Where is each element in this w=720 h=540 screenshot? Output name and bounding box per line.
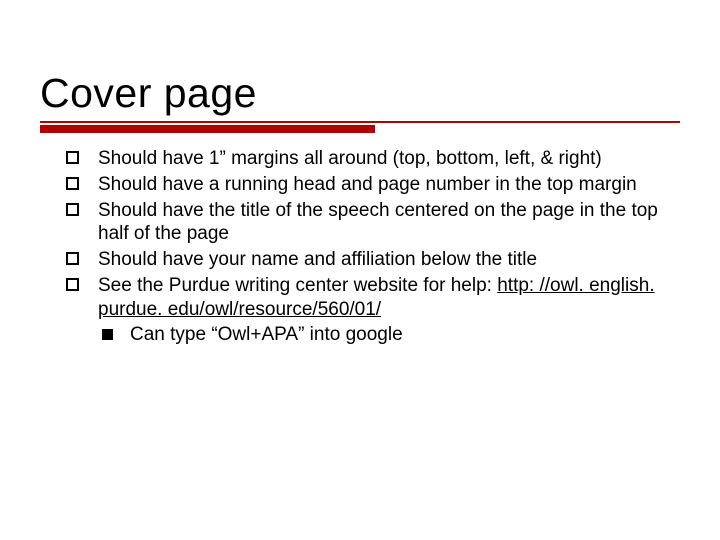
list-item: Should have a running head and page numb… <box>66 173 680 197</box>
bullet-text: See the Purdue writing center website fo… <box>98 275 497 296</box>
list-item: Should have your name and affiliation be… <box>66 248 680 272</box>
bullet-text: Should have the title of the speech cent… <box>98 200 658 245</box>
sub-list: Can type “Owl+APA” into google <box>98 323 680 347</box>
list-item: Should have 1” margins all around (top, … <box>66 147 680 171</box>
title-rule <box>40 121 680 137</box>
bullet-list: Should have 1” margins all around (top, … <box>66 147 680 347</box>
bullet-text: Should have 1” margins all around (top, … <box>98 148 602 169</box>
page-title: Cover page <box>40 70 680 117</box>
list-item: See the Purdue writing center website fo… <box>66 274 680 347</box>
bullet-text: Should have your name and affiliation be… <box>98 249 537 270</box>
sub-bullet-text: Can type “Owl+APA” into google <box>130 324 403 345</box>
bullet-text: Should have a running head and page numb… <box>98 174 637 195</box>
list-item: Should have the title of the speech cent… <box>66 199 680 247</box>
slide: Cover page Should have 1” margins all ar… <box>0 0 720 540</box>
sub-list-item: Can type “Owl+APA” into google <box>98 323 680 347</box>
